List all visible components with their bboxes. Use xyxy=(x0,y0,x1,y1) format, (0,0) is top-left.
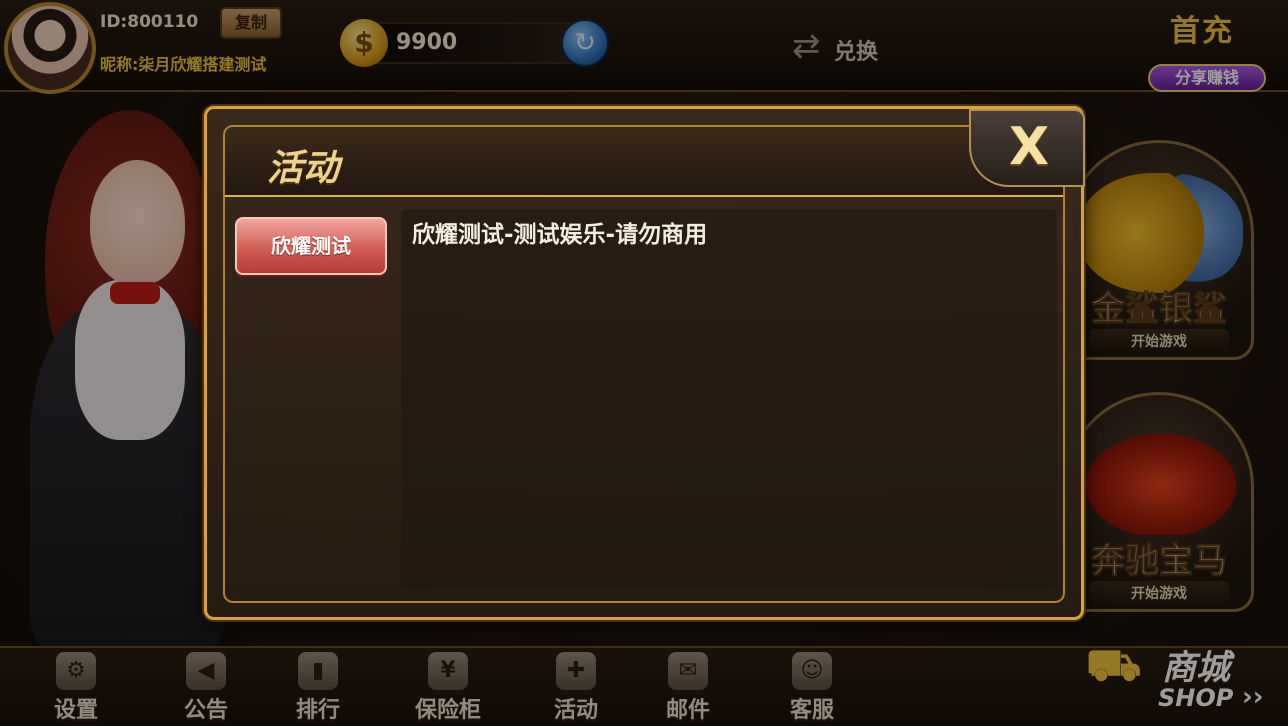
dialog-header: 活动 xyxy=(225,127,1063,197)
close-button[interactable]: X xyxy=(969,109,1085,187)
activity-content-panel xyxy=(401,209,1057,589)
activity-tab[interactable]: 欣耀测试 xyxy=(235,217,387,275)
close-icon: X xyxy=(1009,117,1050,177)
activity-dialog: 活动 X 欣耀测试 欣耀测试-测试娱乐-请勿商用 xyxy=(204,106,1085,620)
activity-text: 欣耀测试-测试娱乐-请勿商用 xyxy=(412,222,708,248)
dialog-title: 活动 xyxy=(267,148,340,189)
